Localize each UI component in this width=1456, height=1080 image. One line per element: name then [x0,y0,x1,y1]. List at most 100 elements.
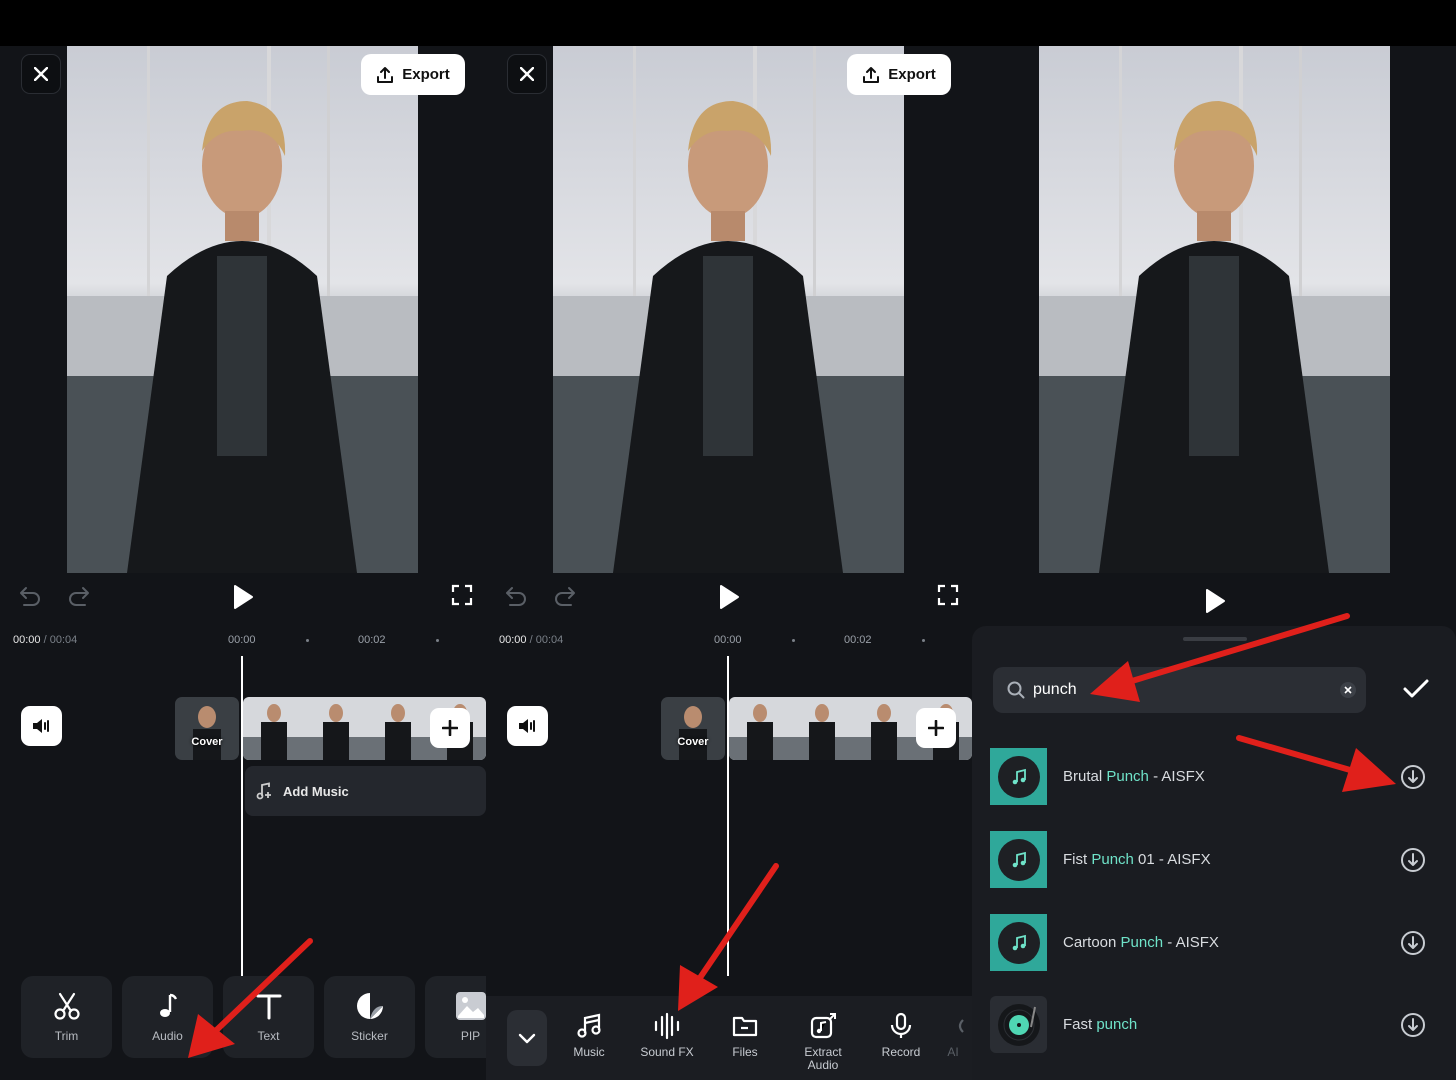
tool-label: AI [947,1045,959,1059]
tool-trim[interactable]: Trim [21,976,112,1058]
ai-icon [958,1019,964,1033]
cover-thumbnail[interactable]: Cover [175,697,239,760]
download-icon[interactable] [1400,847,1426,873]
tool-audio[interactable]: Audio [122,976,213,1058]
tool-label: Audio [152,1029,183,1043]
redo-icon[interactable] [553,584,577,608]
sound-thumbnail [990,996,1047,1053]
tool-label: Trim [54,1029,79,1043]
download-icon[interactable] [1400,1012,1426,1038]
play-icon[interactable] [1204,588,1226,614]
play-icon[interactable] [718,584,740,610]
plus-icon [442,720,458,736]
music-note-icon [159,993,177,1017]
tool-music[interactable]: Music [554,1012,624,1059]
search-sheet: punch Brutal Punch - AISFX Fist Punch 01… [972,626,1456,1080]
download-icon[interactable] [1400,930,1426,956]
tick-label: 00:00 [228,634,256,646]
tool-label: Music [573,1045,605,1059]
sticker-icon [356,993,383,1019]
export-button[interactable]: Export [847,54,951,95]
mute-button[interactable] [21,706,62,746]
tool-label: PIP [460,1029,481,1043]
sound-thumbnail [990,914,1047,971]
tick-label: 00:00 [714,634,742,646]
cover-label: Cover [191,736,223,748]
music-icon [577,1013,601,1038]
music-note-icon [1012,851,1026,867]
sound-thumbnail [990,748,1047,805]
tool-label: Files [732,1045,758,1059]
add-music-label: Add Music [283,783,349,799]
list-item[interactable]: Fist Punch 01 - AISFX [990,831,1430,889]
drag-handle[interactable] [1183,637,1247,641]
tool-label: Record [881,1045,921,1059]
tool-sound-fx[interactable]: Sound FX [632,1012,702,1059]
add-music-icon [256,782,271,800]
editor-panel-1: Export 00:00 / 00:04 00:00 00:02 Cover A… [0,46,486,1080]
toolbar: Trim Audio Text Sticker PIP [21,976,486,1058]
play-icon[interactable] [232,584,254,610]
upload-icon [377,66,394,83]
text-icon [256,994,281,1020]
export-button[interactable]: Export [361,54,465,95]
tool-ai[interactable]: AI [934,1012,972,1059]
fullscreen-icon[interactable] [451,584,473,606]
confirm-check-icon[interactable] [1402,678,1430,700]
search-value: punch [1033,681,1077,698]
cover-label: Cover [677,736,709,748]
close-icon [520,67,534,81]
sound-title: Fist Punch 01 - AISFX [1063,851,1211,868]
undo-icon[interactable] [504,584,528,608]
video-preview[interactable] [67,46,418,573]
fullscreen-icon[interactable] [937,584,959,606]
time-current: 00:00 [499,634,527,646]
tool-label: Sticker [351,1029,388,1043]
redo-icon[interactable] [67,584,91,608]
close-icon [1344,686,1352,694]
tool-sticker[interactable]: Sticker [324,976,415,1058]
video-preview[interactable] [1039,46,1390,573]
upload-icon [863,66,880,83]
close-icon [34,67,48,81]
timeline-ruler: 00:00 / 00:04 00:00 00:02 [486,634,972,650]
tool-label: Extract Audio [804,1045,842,1072]
tool-files[interactable]: Files [710,1012,780,1059]
image-icon [455,992,486,1020]
tool-extract-audio[interactable]: Extract Audio [788,1012,858,1072]
status-bar [0,0,1456,46]
tool-label: Sound FX [640,1045,694,1059]
close-button[interactable] [21,54,61,94]
download-icon[interactable] [1400,764,1426,790]
tool-text[interactable]: Text [223,976,314,1058]
add-clip-button[interactable] [916,708,956,748]
playhead[interactable] [727,656,729,976]
playhead[interactable] [241,656,243,976]
undo-icon[interactable] [18,584,42,608]
microphone-icon [890,1012,912,1038]
video-preview[interactable] [553,46,904,573]
list-item[interactable]: Brutal Punch - AISFX [990,748,1430,806]
list-item[interactable]: Cartoon Punch - AISFX [990,914,1430,972]
sound-search-panel: punch Brutal Punch - AISFX Fist Punch 01… [972,46,1456,1080]
tool-pip[interactable]: PIP [425,976,486,1058]
sound-title: Fast punch [1063,1016,1138,1033]
time-total: / 00:04 [43,634,78,646]
cover-thumbnail[interactable]: Cover [661,697,725,760]
audio-toolbar: Music Sound FX Files Extract Audio Recor… [486,996,972,1080]
mute-button[interactable] [507,706,548,746]
tick-label: 00:02 [844,634,872,646]
speaker-icon [32,719,49,733]
add-clip-button[interactable] [430,708,470,748]
editor-panel-2: Export 00:00 / 00:04 00:00 00:02 Cover M… [486,46,972,1080]
clear-search-button[interactable] [1340,682,1356,698]
collapse-button[interactable] [507,1010,547,1066]
timeline-ruler: 00:00 / 00:04 00:00 00:02 [0,634,486,650]
speaker-icon [518,719,535,733]
close-button[interactable] [507,54,547,94]
add-music-button[interactable]: Add Music [245,766,486,816]
tool-record[interactable]: Record [866,1012,936,1059]
tool-label: Text [257,1029,280,1043]
search-input[interactable]: punch [993,667,1366,713]
list-item[interactable]: Fast punch [990,996,1430,1054]
